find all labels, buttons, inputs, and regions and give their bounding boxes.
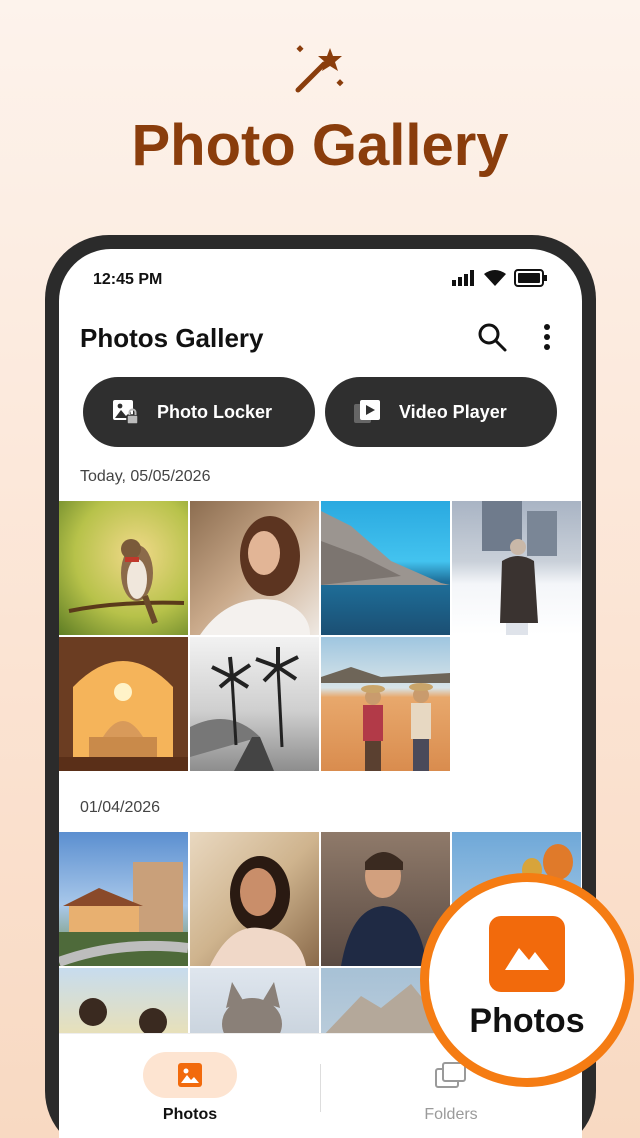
magic-wand-icon [295, 45, 344, 93]
photo-thumbnail[interactable] [59, 832, 188, 966]
signal-icon [452, 270, 474, 286]
nav-photos-tab[interactable]: Photos [143, 1052, 237, 1128]
video-player-button[interactable]: Video Player [325, 377, 557, 447]
nav-photos-highlight [143, 1052, 237, 1098]
taj-mahal-image [59, 661, 188, 771]
photo-thumbnail[interactable] [321, 501, 450, 635]
snow-woman-image [482, 501, 557, 635]
photos-callout: Photos [420, 873, 634, 1087]
photo-lock-icon [113, 400, 139, 425]
nav-photos-label: Photos [162, 1106, 218, 1123]
battery-icon [514, 269, 547, 287]
search-icon[interactable] [476, 321, 508, 353]
section-date: Today, 05/05/2026 [80, 468, 211, 485]
image-icon [178, 1063, 202, 1087]
sea-cliff-image [321, 511, 450, 585]
photo-thumbnail[interactable] [321, 637, 450, 771]
mountain-image-icon [505, 948, 549, 970]
callout-label: Photos [469, 1002, 585, 1040]
nav-folders-label: Folders [424, 1106, 478, 1123]
resort-hotel-image [59, 862, 188, 966]
more-menu-icon[interactable] [533, 321, 561, 353]
photo-locker-label: Photo Locker [157, 401, 273, 422]
photo-thumbnail[interactable] [190, 832, 319, 966]
woman-selfie-image [210, 856, 306, 966]
photo-thumbnail[interactable] [452, 501, 581, 635]
photo-thumbnail[interactable] [59, 637, 188, 771]
video-play-icon [354, 400, 380, 423]
photo-thumbnail[interactable] [190, 501, 319, 635]
video-player-label: Video Player [399, 401, 507, 422]
section-date: 01/04/2026 [80, 799, 161, 816]
wifi-icon [484, 270, 506, 286]
photo-thumbnail[interactable] [190, 637, 319, 771]
woman-portrait-image [200, 516, 310, 635]
desert-travelers-image [321, 667, 450, 771]
photo-grid [59, 501, 582, 771]
palm-trees-image [190, 647, 299, 771]
photo-thumbnail[interactable] [59, 501, 188, 635]
bird-image [68, 539, 185, 625]
photo-locker-button[interactable]: Photo Locker [83, 377, 315, 447]
app-title: Photos Gallery [80, 323, 264, 353]
status-bar: 12:45 PM [59, 249, 582, 309]
status-icons [452, 269, 548, 287]
nav-divider [320, 1064, 321, 1112]
promo-title: Photo Gallery [131, 113, 509, 178]
callout-image-icon [489, 916, 565, 992]
status-time: 12:45 PM [93, 271, 163, 288]
